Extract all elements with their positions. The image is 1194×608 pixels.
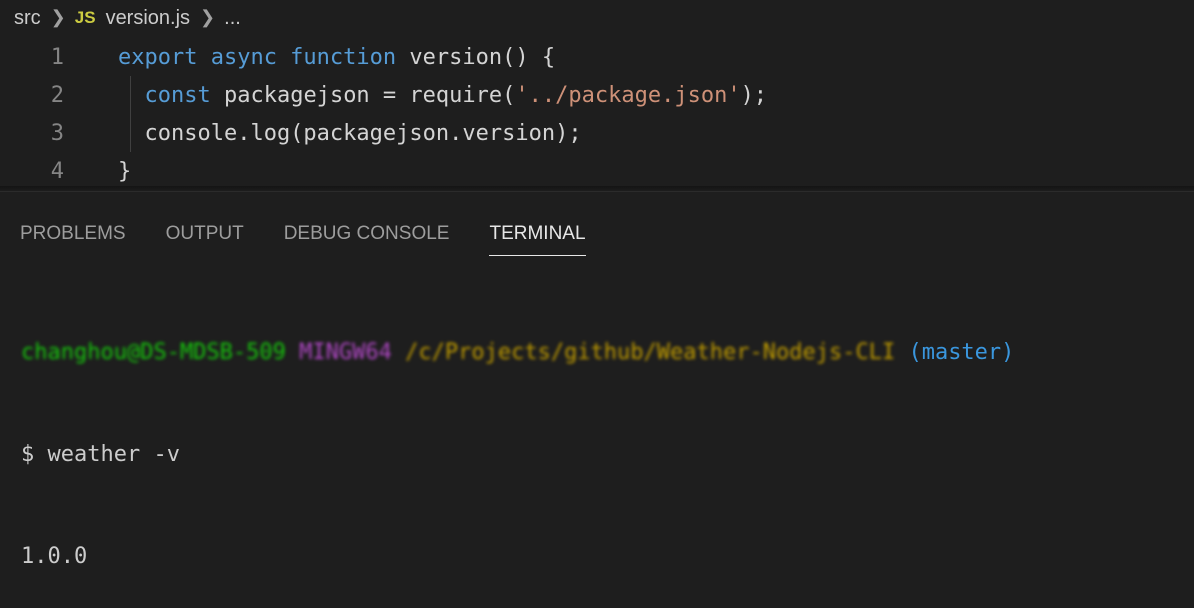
panel-tabs: PROBLEMS OUTPUT DEBUG CONSOLE TERMINAL (0, 212, 606, 256)
breadcrumb-file[interactable]: version.js (106, 7, 190, 30)
code-token: '../package.json' (515, 82, 741, 108)
code-token: export async function (118, 44, 410, 70)
code-line[interactable]: 2 const packagejson = require('../packag… (0, 76, 1194, 114)
chevron-right-icon: ❯ (200, 6, 216, 27)
line-number: 2 (50, 82, 64, 108)
code-token: version() { (409, 44, 556, 70)
prompt-user: changhou@DS-MDSB-509 (21, 340, 286, 365)
code-editor[interactable]: 1 export async function version() { 2 co… (0, 38, 1194, 188)
prompt-branch: (master) (908, 340, 1015, 365)
javascript-file-icon: JS (74, 8, 96, 27)
terminal-prompt-line: changhou@DS-MDSB-509 MINGW64 /c/Projects… (21, 336, 1014, 370)
tab-output[interactable]: OUTPUT (146, 212, 264, 256)
terminal-command: $ weather -v (21, 442, 180, 467)
terminal-output[interactable]: changhou@DS-MDSB-509 MINGW64 /c/Projects… (21, 268, 1014, 608)
tab-debug-console[interactable]: DEBUG CONSOLE (264, 212, 470, 256)
breadcrumb: src ❯ JS version.js ❯ ... (0, 0, 1194, 36)
prompt-path: /c/Projects/github/Weather-Nodejs-CLI (405, 340, 896, 365)
code-line[interactable]: 1 export async function version() { (0, 38, 1194, 76)
terminal-result: 1.0.0 (21, 544, 88, 569)
code-token: packagejson = require( (223, 82, 516, 108)
line-number: 3 (50, 120, 64, 146)
code-content: } (118, 159, 131, 184)
code-line[interactable]: 4 } (0, 152, 1194, 190)
tab-problems[interactable]: PROBLEMS (0, 212, 146, 256)
code-token: } (118, 158, 132, 184)
breadcrumb-folder[interactable]: src (14, 7, 41, 30)
code-token: const (144, 82, 224, 108)
code-token: console.log(packagejson.version); (118, 120, 582, 146)
code-content: console.log(packagejson.version); (118, 120, 582, 146)
chevron-right-icon: ❯ (50, 6, 66, 27)
line-number: 4 (50, 158, 64, 184)
breadcrumb-more[interactable]: ... (224, 7, 241, 30)
tab-terminal[interactable]: TERMINAL (469, 212, 605, 256)
line-number: 1 (50, 44, 64, 70)
code-line[interactable]: 3 console.log(packagejson.version); (0, 114, 1194, 152)
prompt-msys: MINGW64 (299, 340, 392, 365)
code-token: ); (740, 82, 768, 108)
code-content: export async function version() { (118, 45, 555, 70)
code-content: const packagejson = require('../package.… (118, 82, 768, 108)
panel-divider[interactable] (0, 191, 1194, 192)
